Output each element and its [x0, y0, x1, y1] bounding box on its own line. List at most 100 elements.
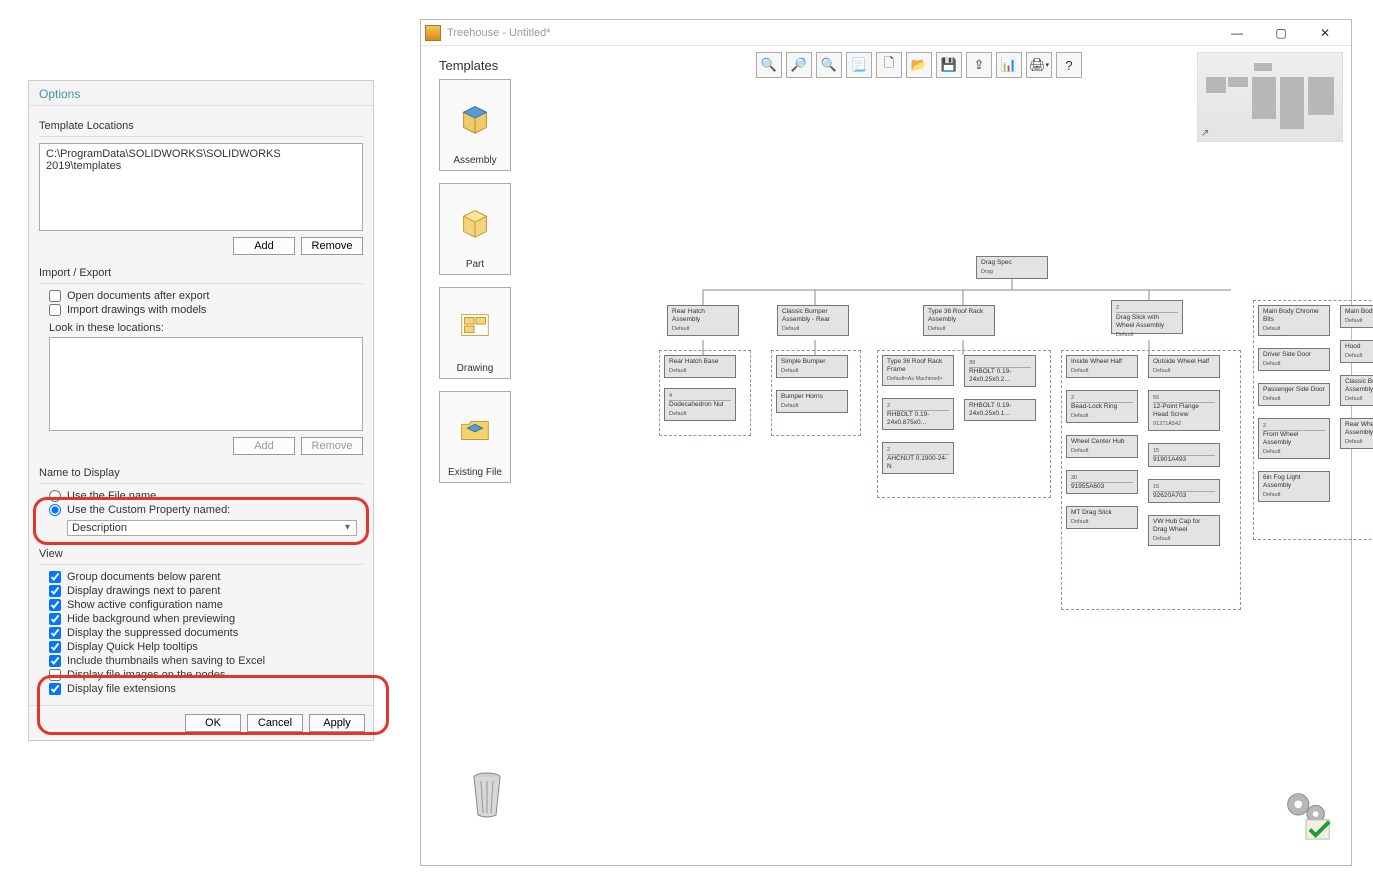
- minimize-button[interactable]: —: [1215, 20, 1259, 46]
- node-hood[interactable]: HoodDefault: [1340, 340, 1373, 363]
- node-bumper-horns[interactable]: Bumper Horns Default: [776, 390, 848, 413]
- node-hubcap[interactable]: VW Hub Cap for Drag WheelDefault: [1148, 515, 1220, 546]
- import-drawings-checkbox[interactable]: Import drawings with models: [49, 304, 363, 316]
- node-passenger-door[interactable]: Passenger Side DoorDefault: [1258, 383, 1330, 406]
- node-driver-door[interactable]: Driver Side DoorDefault: [1258, 348, 1330, 371]
- zoom-in-icon[interactable]: 🔍: [756, 52, 782, 78]
- apply-button[interactable]: Apply: [309, 714, 365, 732]
- node-92620[interactable]: 1592620A703: [1148, 479, 1220, 503]
- template-locations-list[interactable]: C:\ProgramData\SOLIDWORKS\SOLIDWORKS 201…: [39, 143, 363, 231]
- group-body: Main Body Chrome BitsDefault Driver Side…: [1253, 300, 1373, 540]
- help-icon[interactable]: ?: [1056, 52, 1082, 78]
- group-below-parent-checkbox[interactable]: Group documents below parent: [49, 571, 363, 583]
- template-existing-file[interactable]: Existing File: [439, 391, 511, 483]
- treehouse-window: Treehouse - Untitled* — ▢ ✕ 🔍 🔎 🔍 📃 🗋 📂 …: [420, 19, 1352, 866]
- node-rhbolt-1[interactable]: 2 RHBOLT 0.19-24x0.875x0...: [882, 398, 954, 430]
- options-title: Options: [29, 81, 373, 106]
- add-template-button[interactable]: Add: [233, 237, 295, 255]
- node-roof-rack-frame[interactable]: Type 36 Roof Rack Frame Default<As Machi…: [882, 355, 954, 386]
- import-export-section: Import / Export Open documents after exp…: [39, 265, 363, 455]
- node-outside-wheel[interactable]: Outside Wheel HalfDefault: [1148, 355, 1220, 378]
- main-toolbar: 🔍 🔎 🔍 📃 🗋 📂 💾 ⇪ 📊 🖨▾ ?: [756, 52, 1082, 78]
- node-ahcnut[interactable]: 2 AHCNUT 0.1900-24-N: [882, 442, 954, 474]
- quick-help-checkbox[interactable]: Display Quick Help tooltips: [49, 641, 363, 653]
- node-bead-lock[interactable]: 2Bead-Lock RingDefault: [1066, 390, 1138, 423]
- export-sw-icon[interactable]: ⇪: [966, 52, 992, 78]
- look-locations-label: Look in these locations:: [49, 322, 363, 334]
- template-part[interactable]: Part: [439, 183, 511, 275]
- node-bumper-front[interactable]: Classic Bumber Assembly - FrontDefault: [1340, 375, 1373, 406]
- group-roof-rack: Type 36 Roof Rack Frame Default<As Machi…: [877, 350, 1051, 498]
- show-active-config-checkbox[interactable]: Show active configuration name: [49, 599, 363, 611]
- minimap-expand-icon[interactable]: ↗: [1201, 128, 1209, 139]
- node-classic-bumper-asm[interactable]: Classic Bumper Assembly - Rear Default: [777, 305, 849, 336]
- hierarchy-canvas[interactable]: Drag Spec Drag Rear Hatch Assembly Defau…: [531, 150, 1341, 785]
- node-rhbolt-2[interactable]: RHBOLT 0.19-24x0.25x0.1...: [964, 399, 1036, 421]
- template-assembly[interactable]: Assembly: [439, 79, 511, 171]
- display-file-ext-checkbox[interactable]: Display file extensions: [49, 683, 363, 695]
- node-mt-drag-slick[interactable]: MT Drag SlickDefault: [1066, 506, 1138, 529]
- zoom-fit-icon[interactable]: 🔍: [816, 52, 842, 78]
- node-rear-hatch-base[interactable]: Rear Hatch Base Default: [664, 355, 736, 378]
- print-icon[interactable]: 🖨▾: [1026, 52, 1052, 78]
- remove-template-button[interactable]: Remove: [301, 237, 363, 255]
- node-root[interactable]: Drag Spec Drag: [976, 256, 1048, 279]
- new-icon[interactable]: 🗋: [876, 52, 902, 78]
- part-icon: [456, 184, 494, 259]
- name-to-display-section: Name to Display Use the File name Use th…: [39, 465, 363, 536]
- zoom-out-icon[interactable]: 🔎: [786, 52, 812, 78]
- custom-property-select[interactable]: Description: [67, 520, 357, 536]
- minimap[interactable]: ↗: [1197, 52, 1343, 142]
- node-rear-hatch-asm[interactable]: Rear Hatch Assembly Default: [667, 305, 739, 336]
- node-rhbolt-39[interactable]: 39 RHBOLT 0.19-24x0.25x0.2...: [964, 355, 1036, 387]
- node-fog-light[interactable]: 6in Fog Light AssemblyDefault: [1258, 471, 1330, 502]
- display-file-images-checkbox[interactable]: Display file images on the nodes: [49, 669, 363, 681]
- templates-heading: Templates: [439, 58, 519, 73]
- existing-file-icon: [456, 392, 494, 467]
- view-label: View: [39, 546, 363, 565]
- display-suppressed-checkbox[interactable]: Display the suppressed documents: [49, 627, 363, 639]
- node-simple-bumper[interactable]: Simple Bumper Default: [776, 355, 848, 378]
- name-to-display-label: Name to Display: [39, 465, 363, 484]
- group-wheel: Inside Wheel HalfDefault 2Bead-Lock Ring…: [1061, 350, 1241, 610]
- maximize-button[interactable]: ▢: [1259, 20, 1303, 46]
- window-title: Treehouse - Untitled*: [447, 27, 1215, 39]
- node-wheel-hub[interactable]: Wheel Center HubDefault: [1066, 435, 1138, 458]
- node-inside-wheel[interactable]: Inside Wheel HalfDefault: [1066, 355, 1138, 378]
- group-rear-hatch: Rear Hatch Base Default 4 Dodecahedron N…: [659, 350, 751, 436]
- cancel-button[interactable]: Cancel: [247, 714, 303, 732]
- node-roof-rack-asm[interactable]: Type 36 Roof Rack Assembly Default: [923, 305, 995, 336]
- node-flange-screw[interactable]: 5612-Point Flange Head Screw91271A542: [1148, 390, 1220, 431]
- hide-background-checkbox[interactable]: Hide background when previewing: [49, 613, 363, 625]
- app-icon: [425, 25, 441, 41]
- close-button[interactable]: ✕: [1303, 20, 1347, 46]
- look-locations-list[interactable]: [49, 337, 363, 431]
- export-excel-icon[interactable]: 📊: [996, 52, 1022, 78]
- template-locations-label: Template Locations: [39, 118, 363, 137]
- open-after-export-checkbox[interactable]: Open documents after export: [49, 290, 363, 302]
- ok-button[interactable]: OK: [185, 714, 241, 732]
- settings-status-icon[interactable]: [1277, 785, 1335, 843]
- node-main-body[interactable]: Main BodyDefault: [1340, 305, 1373, 328]
- drawings-next-to-parent-checkbox[interactable]: Display drawings next to parent: [49, 585, 363, 597]
- dialog-footer: OK Cancel Apply: [29, 705, 373, 740]
- node-91901[interactable]: 1591901A493: [1148, 443, 1220, 467]
- node-dodecahedron-nut[interactable]: 4 Dodecahedron Nut Default: [664, 388, 736, 421]
- add-look-button[interactable]: Add: [233, 437, 295, 455]
- node-chrome-bits[interactable]: Main Body Chrome BitsDefault: [1258, 305, 1330, 336]
- node-drag-slick-asm[interactable]: 2 Drag Slick with Wheel Assembly Default: [1111, 300, 1183, 334]
- include-thumbnails-checkbox[interactable]: Include thumbnails when saving to Excel: [49, 655, 363, 667]
- use-custom-prop-radio[interactable]: Use the Custom Property named:: [49, 504, 363, 516]
- use-filename-radio[interactable]: Use the File name: [49, 490, 363, 502]
- save-icon[interactable]: 💾: [936, 52, 962, 78]
- open-icon[interactable]: 📂: [906, 52, 932, 78]
- node-rear-wheel-asm[interactable]: Rear Wheel AssemblyDefault: [1340, 418, 1373, 449]
- template-drawing[interactable]: Drawing: [439, 287, 511, 379]
- remove-look-button[interactable]: Remove: [301, 437, 363, 455]
- import-export-label: Import / Export: [39, 265, 363, 284]
- node-front-wheel-asm[interactable]: 2Front Wheel AssemblyDefault: [1258, 418, 1330, 459]
- trash-icon[interactable]: [467, 769, 507, 819]
- options-icon[interactable]: 📃: [846, 52, 872, 78]
- node-91955[interactable]: 3091955A603: [1066, 470, 1138, 494]
- group-bumper: Simple Bumper Default Bumper Horns Defau…: [771, 350, 861, 436]
